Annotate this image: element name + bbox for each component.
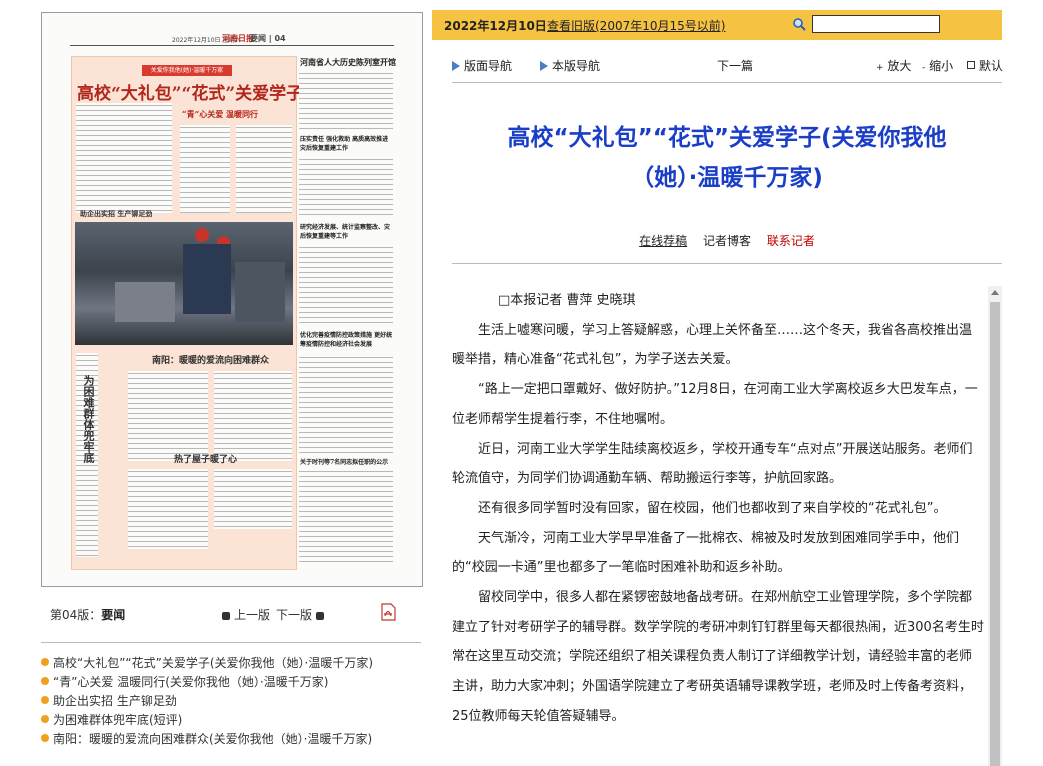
contact-reporter-link[interactable]: 联系记者 — [767, 234, 815, 248]
np-right-head1: 河南省人大历史陈列室开馆 — [300, 57, 396, 67]
prev-page-link[interactable]: 上一版 — [218, 606, 270, 623]
article-paragraph: 留校同学中，很多人都在紧锣密鼓地备战考研。在郑州航空工业管理学院，多个学院都建立… — [452, 590, 984, 724]
next-page-label: 下一版 — [276, 608, 313, 622]
np-right-head3: 研究经济发展、统计监察整改、灾后恢复重建等工作 — [300, 224, 391, 240]
bullet-icon — [41, 696, 49, 704]
edition-label-prefix: 第04版： — [50, 608, 102, 622]
minus-icon: - — [922, 63, 926, 73]
np-right-head4: 优化完善疫情防控政策措施 更好统筹疫情防控和经济社会发展 — [300, 332, 393, 348]
next-page-link[interactable]: 下一版 — [276, 606, 328, 623]
article-author-line: □本报记者 曹萍 史晓琪 — [498, 293, 636, 308]
square-icon — [967, 61, 975, 69]
article-title: 高校“大礼包”“花式”关爱学子(关爱你我他 （她）·温暖千万家) — [452, 118, 1002, 198]
edition-label: 第04版：要闻 — [50, 606, 125, 623]
article-list-item[interactable]: 助企出实招 生产铆足劲 — [41, 692, 421, 711]
arrow-right-icon — [452, 61, 460, 71]
plus-icon: + — [876, 63, 884, 73]
article-title-line2: （她）·温暖千万家) — [631, 165, 823, 191]
article-list-item[interactable]: 高校“大礼包”“花式”关爱学子(关爱你我他（她）·温暖千万家) — [41, 654, 421, 673]
bullet-icon — [41, 734, 49, 742]
article-paragraph: 天气渐冷，河南工业大学早早准备了一批棉衣、棉被及时发放到困难同学手中，他们的“校… — [452, 530, 960, 576]
scroll-up-arrow-icon[interactable] — [988, 286, 1002, 300]
np-right-head5: 关于时刊等7名同志拟任职的公示 — [300, 459, 389, 466]
recommend-link[interactable]: 在线荐稿 — [639, 234, 687, 248]
article-scrollbar[interactable] — [988, 286, 1002, 766]
np-photo-caption: 助企出实招 生产铆足劲 — [80, 209, 153, 218]
bullet-icon — [41, 677, 49, 685]
search-input[interactable] — [812, 15, 940, 33]
zoom-in-button[interactable]: + 放大 — [876, 57, 911, 74]
np-feature-sub1: “青”心关爱 温暖同行 — [182, 109, 258, 119]
pdf-icon[interactable] — [380, 603, 396, 621]
np-feature-photo — [75, 222, 293, 345]
section-nav-link[interactable]: 本版导航 — [540, 57, 600, 74]
article-paragraph: 还有很多同学暂时没有回家，留在校园，他们也都收到了来自学校的“花式礼包”。 — [478, 500, 947, 516]
zoom-out-button[interactable]: - 缩小 — [922, 57, 953, 74]
byline: 在线荐稿 记者博客 联系记者 — [452, 232, 1002, 249]
article-list-item[interactable]: 南阳：暖暖的爱流向困难群众(关爱你我他（她）·温暖千万家) — [41, 730, 421, 749]
next-article-link[interactable]: 下一篇 — [717, 57, 753, 74]
search-icon[interactable] — [792, 17, 806, 31]
np-feature-title: 高校“大礼包”“花式”关爱学子 — [77, 84, 304, 104]
article-title-line1: 高校“大礼包”“花式”关爱学子(关爱你我他 — [507, 125, 947, 151]
byline-divider — [452, 263, 1002, 264]
np-right-head2: 压实责任 强化救助 高质高效推进灾后恢复重建工作 — [300, 136, 389, 152]
np-feature-block: 关爱你我他(她)·温暖千万家 高校“大礼包”“花式”关爱学子 “青”心关爱 温暖… — [71, 56, 303, 570]
scrollbar-thumb[interactable] — [990, 302, 1000, 766]
bullet-icon — [41, 715, 49, 723]
prev-page-icon — [222, 611, 230, 620]
np-masthead-section: 要闻 | 04 — [250, 34, 286, 43]
bullet-icon — [41, 658, 49, 666]
edition-label-name: 要闻 — [101, 608, 126, 622]
top-bar: 2022年12月10日 查看旧版(2007年10月15号以前) — [432, 10, 1002, 40]
article-paragraph: 近日，河南工业大学学生陆续离校返乡，学校开通专车“点对点”开展送站服务。老师们轮… — [452, 441, 973, 487]
old-edition-link[interactable]: 查看旧版(2007年10月15号以前) — [547, 17, 725, 34]
article-list-item[interactable]: “青”心关爱 温暖同行(关爱你我他（她）·温暖千万家) — [41, 673, 421, 692]
next-page-icon — [316, 611, 325, 620]
article-list: 高校“大礼包”“花式”关爱学子(关爱你我他（她）·温暖千万家) “青”心关爱 温… — [41, 654, 421, 749]
newspaper-page-thumbnail[interactable]: 2022年12月10日 星期六 河南日报 要闻 | 04 关爱你我他(她)·温暖… — [41, 12, 423, 587]
article-body: □本报记者 曹萍 史晓琪 生活上嘘寒问暖，学习上答疑解惑，心理上关怀备至……这个… — [452, 286, 984, 766]
date-text: 2022年12月10日 — [444, 19, 547, 33]
left-divider — [41, 642, 421, 643]
prev-page-label: 上一版 — [234, 608, 271, 622]
article-paragraph: 生活上嘘寒问暖，学习上答疑解惑，心理上关怀备至……这个冬天，我省各高校推出温暖举… — [452, 322, 973, 368]
article-paragraph: “路上一定把口罩戴好、做好防护。”12月8日，在河南工业大学离校返乡大巴发车点，… — [452, 382, 978, 427]
article-list-item[interactable]: 为困难群体兜牢底(短评) — [41, 711, 421, 730]
np-bottom-title1: 南阳：暖暖的爱流向困难群众 — [152, 356, 270, 366]
np-side-title: 为困难群体兜牢底 — [82, 375, 95, 463]
np-bottom-title2: 热了屋子暖了心 — [174, 455, 238, 465]
nav-divider — [452, 82, 1002, 83]
np-feature-banner: 关爱你我他(她)·温暖千万家 — [142, 65, 232, 76]
page-nav-link[interactable]: 版面导航 — [452, 57, 512, 74]
arrow-right-icon — [540, 61, 548, 71]
default-size-button[interactable]: 默认 — [967, 57, 1003, 74]
reporter-blog-link[interactable]: 记者博客 — [703, 234, 751, 248]
